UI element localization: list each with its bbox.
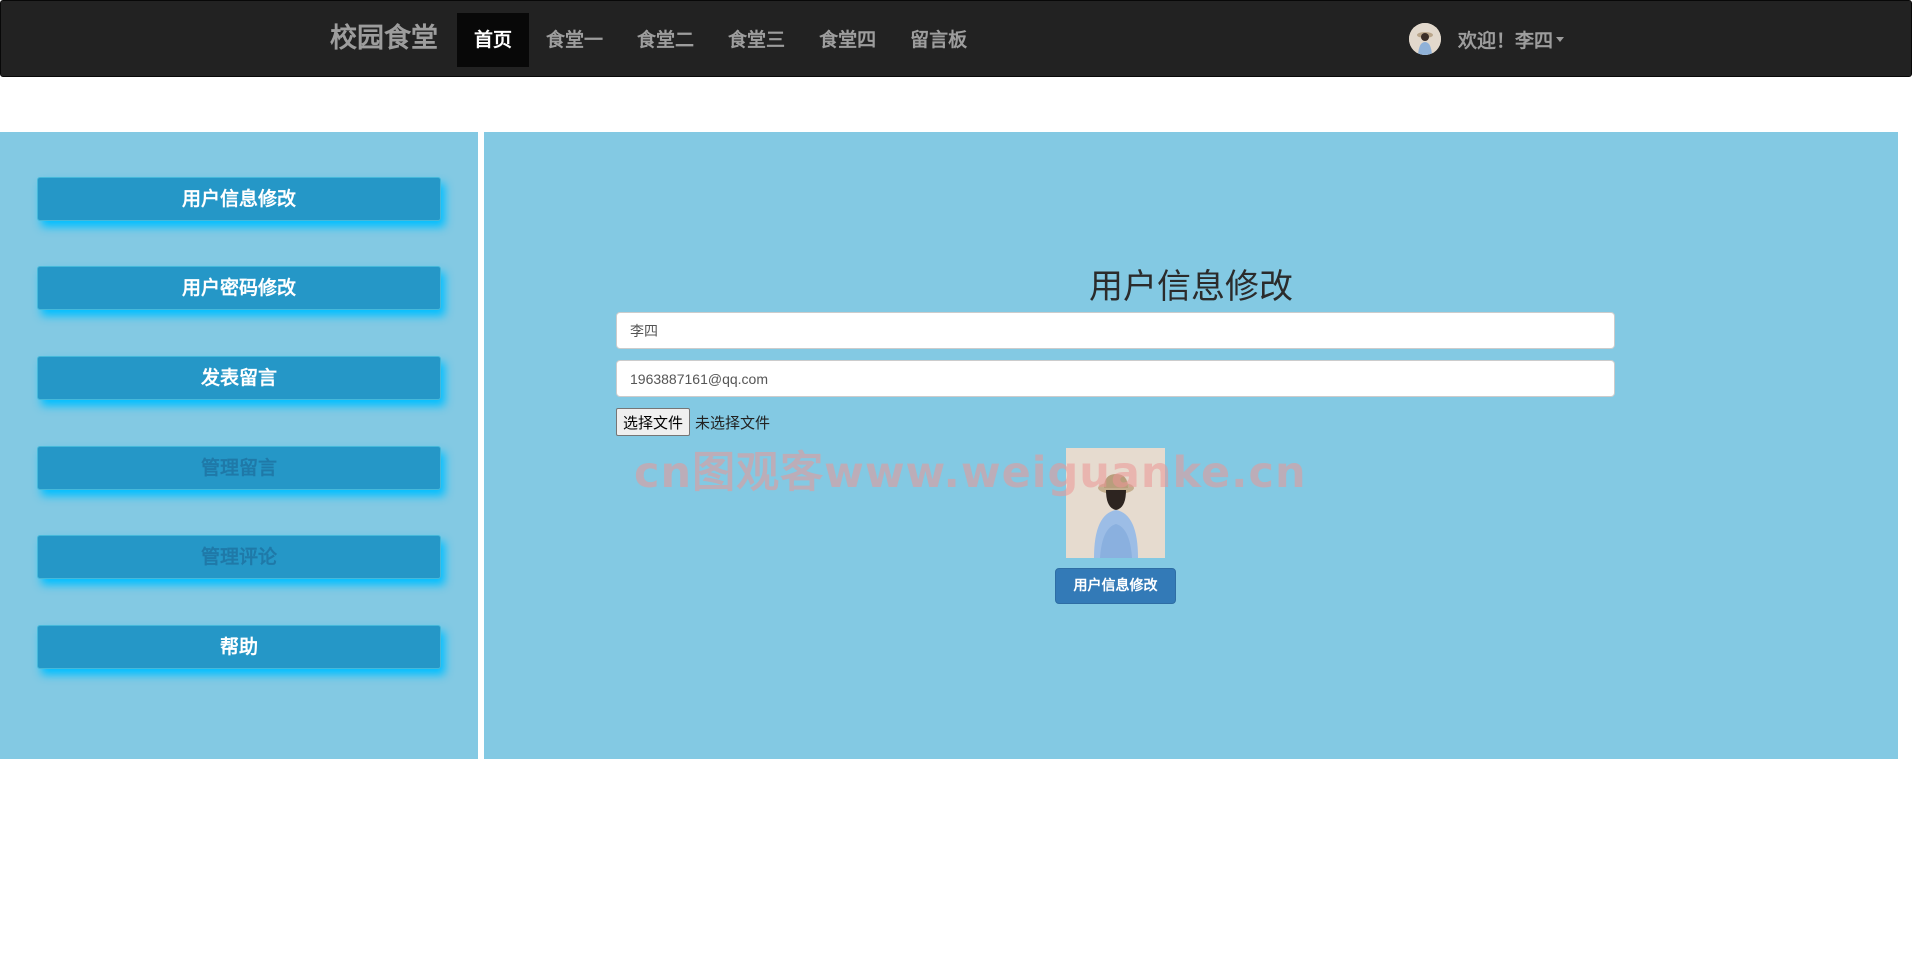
- nav-item-canteen-2[interactable]: 食堂二: [620, 13, 711, 67]
- nav-item-canteen-4[interactable]: 食堂四: [802, 13, 893, 67]
- chevron-down-icon: [1556, 36, 1565, 42]
- nav-menu: 首页 食堂一 食堂二 食堂三 食堂四 留言板: [457, 13, 984, 67]
- form-title: 用户信息修改: [1089, 267, 1293, 307]
- user-avatar-icon: [1409, 23, 1441, 55]
- user-greeting: 欢迎！李四: [1458, 29, 1554, 52]
- sidebar-item-manage-comments[interactable]: 管理评论: [37, 535, 441, 579]
- sidebar-item-edit-profile[interactable]: 用户信息修改: [37, 177, 441, 221]
- brand-logo[interactable]: 校园食堂: [330, 1, 438, 77]
- top-navbar: 校园食堂 首页 食堂一 食堂二 食堂三 食堂四 留言板 欢迎！李四: [0, 0, 1912, 77]
- user-dropdown[interactable]: 欢迎！李四: [1409, 1, 1565, 77]
- watermark: cn图观客www.weiguanke.cn: [634, 448, 1307, 498]
- nav-item-home[interactable]: 首页: [457, 13, 530, 67]
- sidebar-item-change-password[interactable]: 用户密码修改: [37, 266, 441, 310]
- nav-item-canteen-1[interactable]: 食堂一: [529, 13, 620, 67]
- sidebar-item-manage-messages[interactable]: 管理留言: [37, 446, 441, 490]
- username-input[interactable]: [616, 312, 1615, 349]
- submit-profile-button[interactable]: 用户信息修改: [1055, 568, 1176, 604]
- file-status-text: 未选择文件: [695, 413, 771, 432]
- sidebar-item-help[interactable]: 帮助: [37, 625, 441, 669]
- nav-item-canteen-3[interactable]: 食堂三: [711, 13, 802, 67]
- sidebar: 用户信息修改 用户密码修改 发表留言 管理留言 管理评论 帮助: [0, 132, 478, 759]
- file-upload: 选择文件 未选择文件: [616, 408, 770, 436]
- nav-item-message-board[interactable]: 留言板: [893, 13, 984, 67]
- choose-file-button[interactable]: 选择文件: [616, 408, 691, 436]
- sidebar-item-post-message[interactable]: 发表留言: [37, 356, 441, 400]
- email-input[interactable]: [616, 360, 1615, 397]
